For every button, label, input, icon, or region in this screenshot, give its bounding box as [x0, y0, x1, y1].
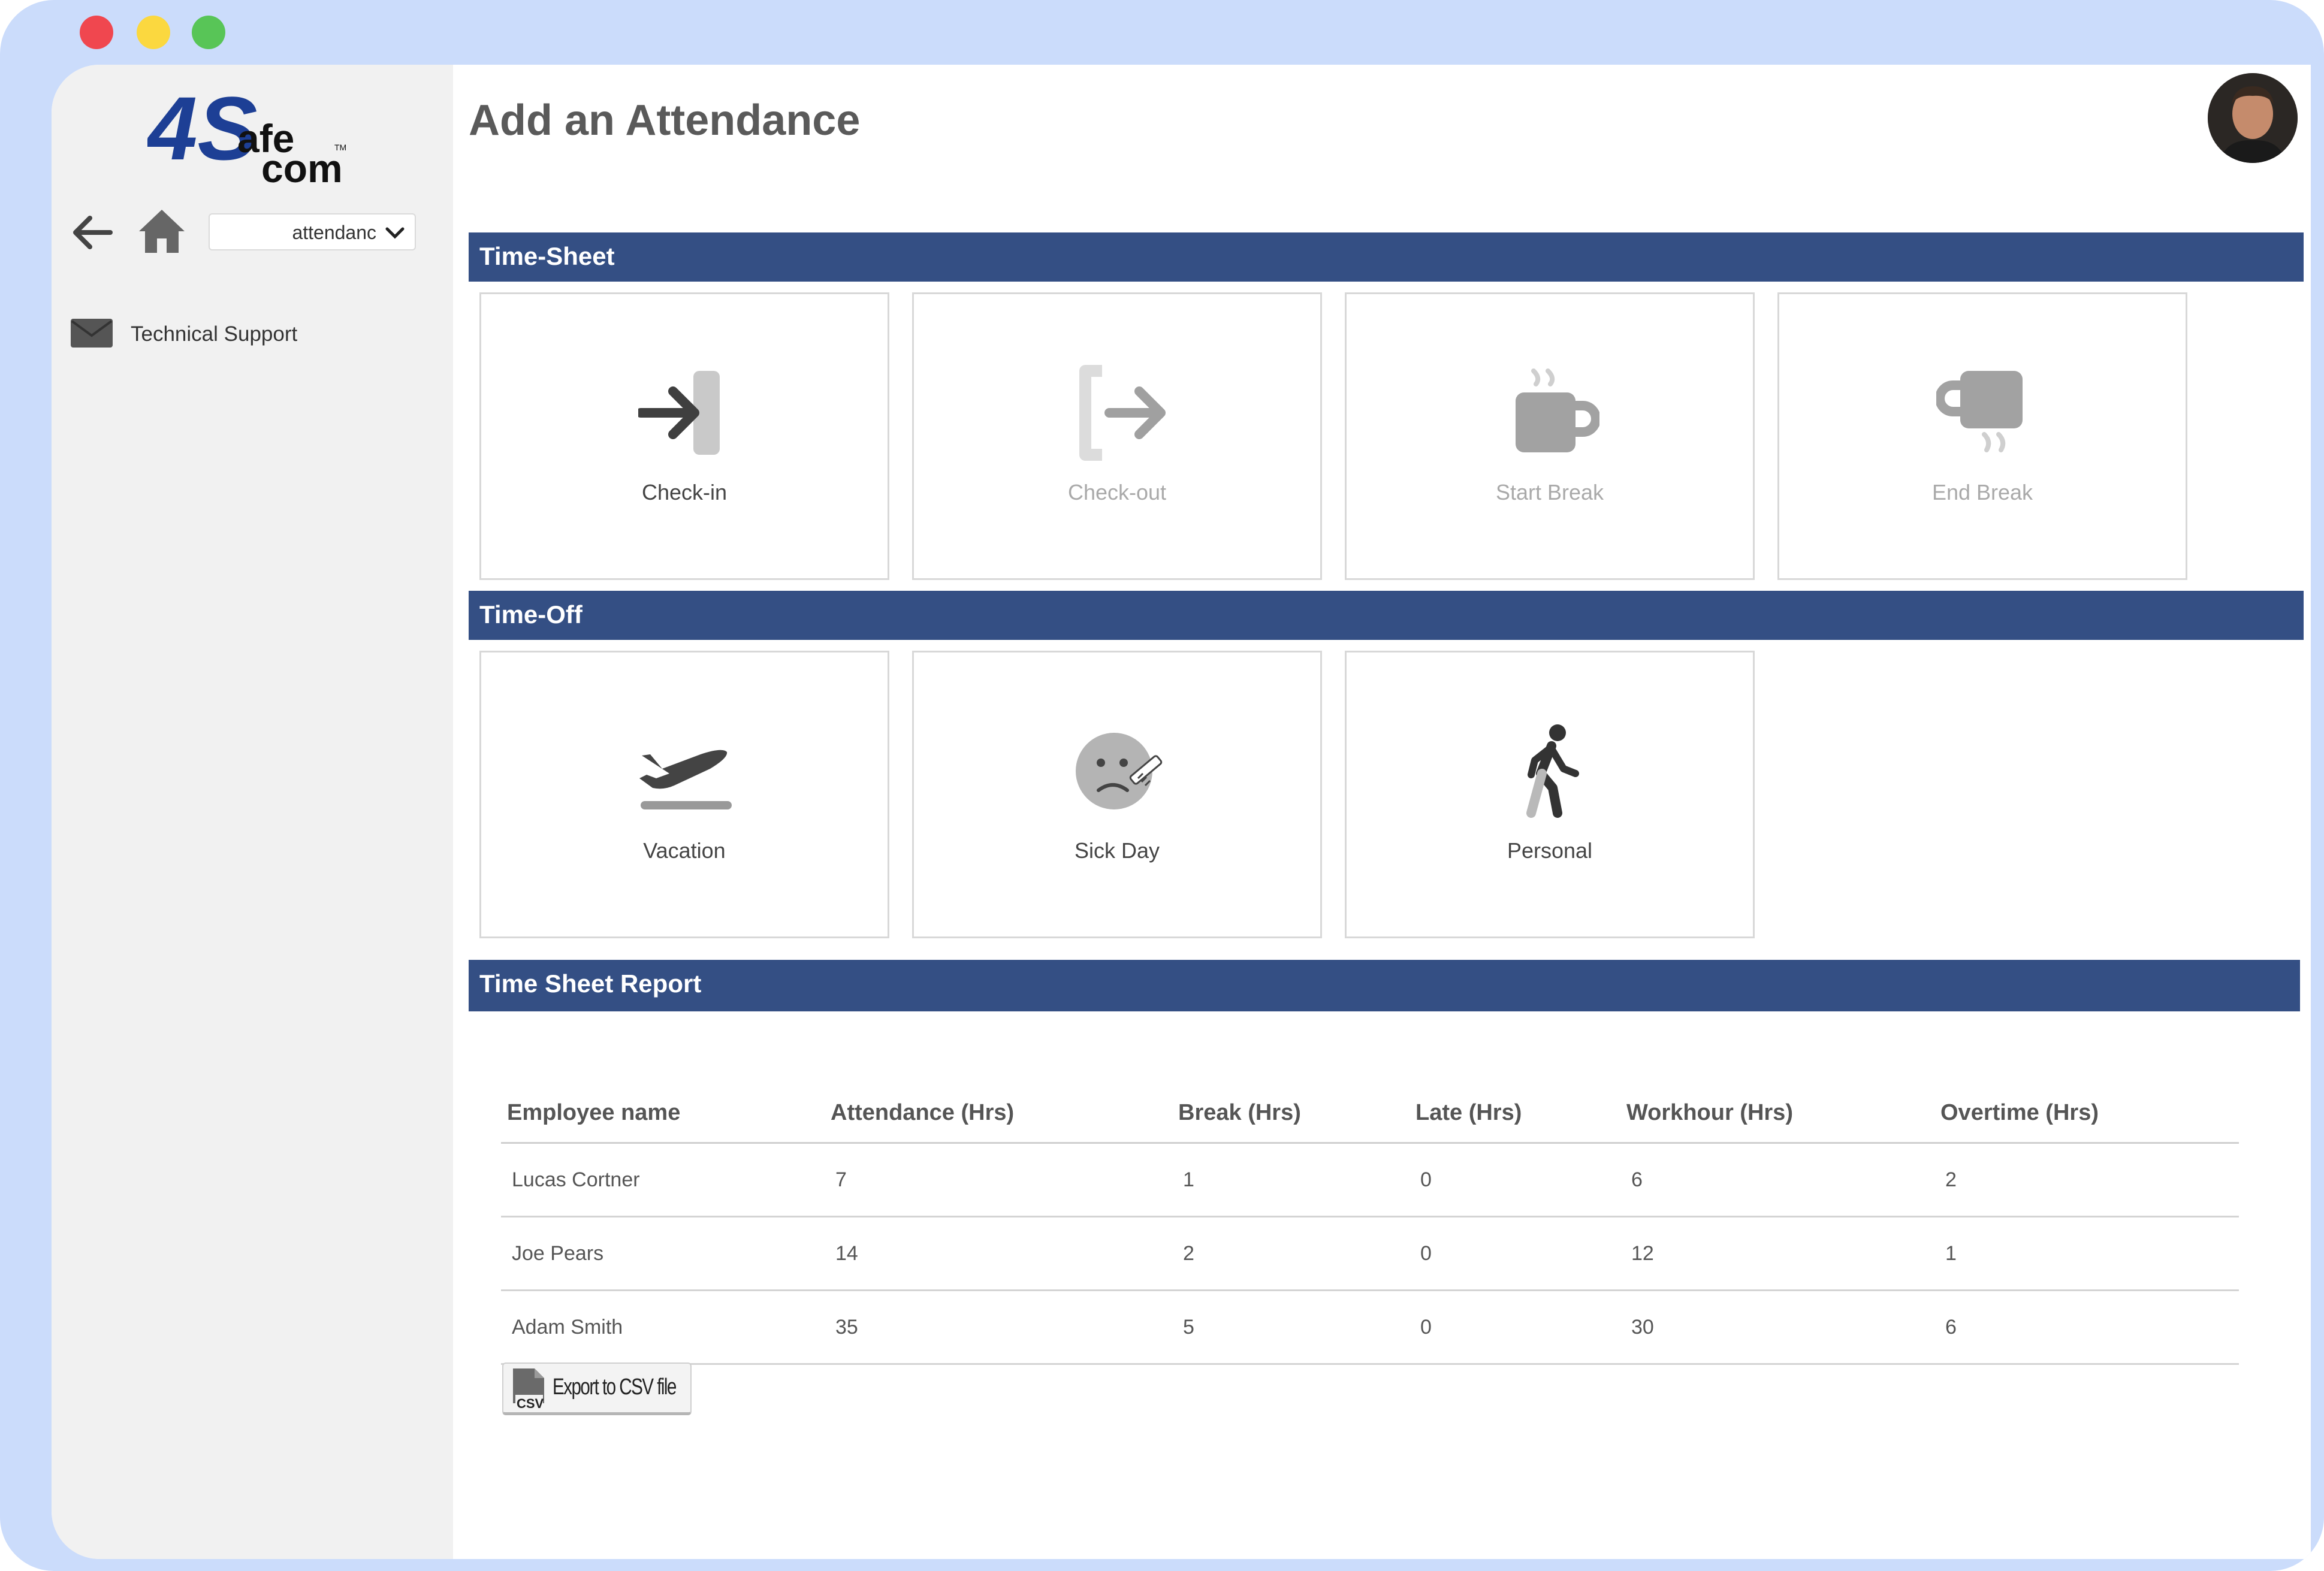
logo-trademark-text: TM: [334, 143, 346, 152]
table-cell: 0: [1410, 1290, 1620, 1365]
table-row: Joe Pears 14 2 0 12 1: [501, 1216, 2239, 1291]
table-cell: 1: [1934, 1216, 2239, 1291]
page-select-value: attendanc: [292, 222, 376, 243]
table-cell: 2: [1172, 1216, 1410, 1291]
start-break-card[interactable]: Start Break: [1345, 292, 1755, 580]
table-cell: Joe Pears: [501, 1216, 825, 1291]
end-break-card[interactable]: End Break: [1777, 292, 2187, 580]
sick-day-card[interactable]: Sick Day: [912, 651, 1322, 938]
time-sheet-header: Time-Sheet: [469, 232, 2304, 282]
check-out-icon: [1079, 365, 1166, 461]
home-icon[interactable]: [137, 206, 187, 256]
table-cell: Lucas Cortner: [501, 1143, 825, 1217]
chevron-down-icon: [385, 227, 405, 239]
personal-label: Personal: [1507, 838, 1593, 863]
app-frame: 4S afe com TM attendanc Technical Suppor…: [0, 0, 2324, 1571]
envelope-icon: [71, 319, 113, 348]
upside-down-cup-icon: [1936, 371, 2023, 452]
back-arrow-icon[interactable]: [68, 209, 116, 256]
table-cell: 0: [1410, 1216, 1620, 1291]
page-select-dropdown[interactable]: attendanc: [209, 213, 416, 250]
csv-badge-text: CSV: [517, 1396, 544, 1411]
table-cell: 5: [1172, 1290, 1410, 1365]
export-csv-button[interactable]: CSV Export to CSV file: [502, 1362, 692, 1415]
check-out-label: Check-out: [1067, 480, 1167, 504]
airplane-icon: [639, 750, 732, 809]
table-cell: 30: [1620, 1290, 1934, 1365]
check-out-card[interactable]: Check-out: [912, 292, 1322, 580]
time-off-title: Time-Off: [479, 600, 582, 629]
check-in-icon: [638, 371, 720, 455]
table-row: Adam Smith 35 5 0 30 6: [501, 1290, 2239, 1365]
time-sheet-report-table: Employee name Attendance (Hrs) Break (Hr…: [501, 1083, 2239, 1365]
check-in-card[interactable]: Check-in: [479, 292, 889, 580]
start-break-label: Start Break: [1495, 480, 1604, 504]
walking-person-icon: [1526, 724, 1579, 818]
sidebar: 4S afe com TM attendanc Technical Suppor…: [52, 65, 453, 1559]
csv-file-icon: CSV: [513, 1368, 544, 1411]
table-cell: 14: [825, 1216, 1172, 1291]
table-header-row: Employee name Attendance (Hrs) Break (Hr…: [501, 1083, 2239, 1144]
page-title: Add an Attendance: [469, 96, 861, 144]
time-sheet-report-title: Time Sheet Report: [479, 969, 702, 998]
personal-card[interactable]: Personal: [1345, 651, 1755, 938]
time-off-header: Time-Off: [469, 591, 2304, 640]
column-header: Attendance (Hrs): [825, 1083, 1172, 1144]
vacation-label: Vacation: [643, 838, 726, 863]
column-header: Late (Hrs): [1410, 1083, 1620, 1144]
time-sheet-report-header: Time Sheet Report: [469, 960, 2300, 1011]
table-cell: 35: [825, 1290, 1172, 1365]
column-header: Overtime (Hrs): [1934, 1083, 2239, 1144]
table-cell: 6: [1934, 1290, 2239, 1365]
app-window: 4S afe com TM attendanc Technical Suppor…: [52, 65, 2311, 1559]
logo-line2-text: com: [261, 146, 343, 183]
user-photo-icon: [2208, 73, 2298, 163]
column-header: Employee name: [501, 1083, 825, 1144]
export-csv-label: Export to CSV file: [553, 1374, 677, 1400]
sidebar-item-label: Technical Support: [131, 322, 298, 346]
table-cell: 12: [1620, 1216, 1934, 1291]
maximize-window-button[interactable]: [192, 16, 225, 49]
time-sheet-title: Time-Sheet: [479, 242, 615, 270]
end-break-label: End Break: [1931, 480, 2033, 504]
main-content: Add an Attendance Time-Sheet Check-in Ch…: [453, 65, 2311, 1559]
minimize-window-button[interactable]: [137, 16, 170, 49]
table-cell: 0: [1410, 1143, 1620, 1217]
column-header: Workhour (Hrs): [1620, 1083, 1934, 1144]
table-cell: 1: [1172, 1143, 1410, 1217]
table-cell: 6: [1620, 1143, 1934, 1217]
column-header: Break (Hrs): [1172, 1083, 1410, 1144]
table-cell: Adam Smith: [501, 1290, 825, 1365]
user-avatar[interactable]: [2208, 73, 2298, 163]
sick-day-label: Sick Day: [1074, 838, 1160, 863]
sick-face-icon: [1076, 733, 1163, 809]
close-window-button[interactable]: [80, 16, 113, 49]
table-row: Lucas Cortner 7 1 0 6 2: [501, 1143, 2239, 1217]
company-logo: 4S afe com TM: [147, 81, 346, 183]
check-in-label: Check-in: [641, 480, 728, 504]
table-cell: 2: [1934, 1143, 2239, 1217]
coffee-cup-icon: [1516, 368, 1599, 452]
table-cell: 7: [825, 1143, 1172, 1217]
vacation-card[interactable]: Vacation: [479, 651, 889, 938]
